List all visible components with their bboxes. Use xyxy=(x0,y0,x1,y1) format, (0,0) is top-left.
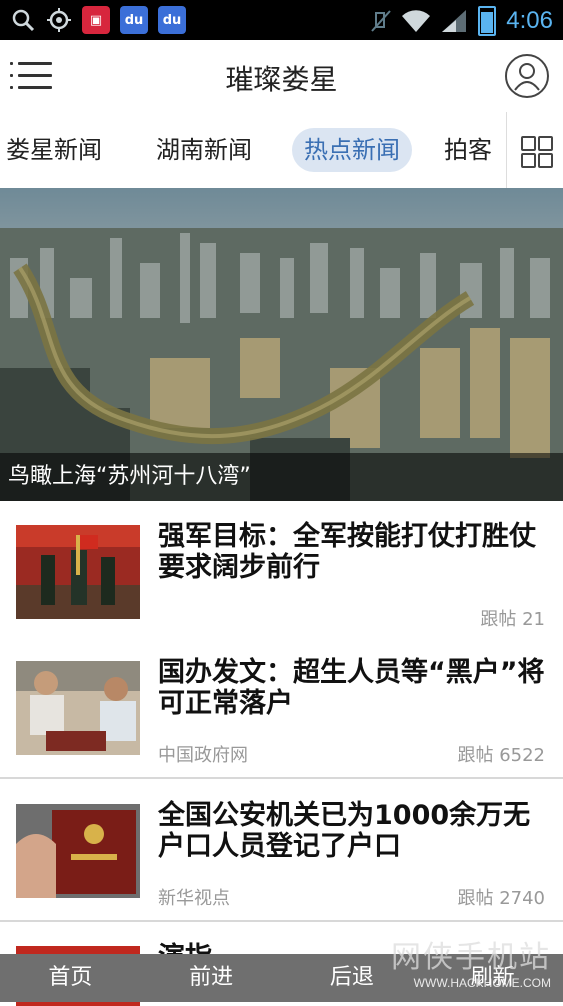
tv-app-icon: ▣ xyxy=(82,6,110,34)
user-profile-button[interactable] xyxy=(505,54,549,98)
news-item[interactable]: 强军目标：全军按能打仗打胜仗要求阔步前行 跟帖 21 xyxy=(0,501,563,643)
notification-icons: ▣ du du xyxy=(10,6,186,34)
forward-button[interactable]: 前进 xyxy=(141,954,282,1002)
hero-caption: 鸟瞰上海“苏州河十八湾” xyxy=(0,453,563,501)
grid-menu-button[interactable] xyxy=(506,112,563,188)
tab-paike[interactable]: 拍客 xyxy=(432,128,504,172)
tab-hot-news[interactable]: 热点新闻 xyxy=(292,128,412,172)
comment-count: 跟帖 21 xyxy=(480,609,545,630)
news-title: 强军目标：全军按能打仗打胜仗要求阔步前行 xyxy=(158,521,536,583)
comment-count: 跟帖 2740 xyxy=(457,888,545,909)
system-icons: 4:06 xyxy=(370,6,553,36)
battery-icon xyxy=(478,6,497,36)
watermark-url: WWW.HACKHOME.COM xyxy=(413,976,551,990)
baidu-paw-icon: du xyxy=(158,6,186,34)
watermark: 网侠手机站 WWW.HACKHOME.COM xyxy=(391,932,551,990)
app-title: 璀璨娄星 xyxy=(225,63,338,96)
location-icon xyxy=(47,8,71,32)
news-thumbnail xyxy=(16,661,140,755)
news-thumbnail xyxy=(16,525,140,619)
status-bar: ▣ du du 4:06 xyxy=(0,0,563,40)
news-item[interactable]: 全国公安机关已为1000余万无户口人员登记了户口 新华视点 跟帖 2740 xyxy=(0,780,563,922)
news-title: 全国公安机关已为1000余万无户口人员登记了户口 xyxy=(158,800,531,862)
watermark-text: 网侠手机站 xyxy=(391,941,551,974)
tab-louxing-news[interactable]: 娄星新闻 xyxy=(0,128,114,172)
news-source: 中国政府网 xyxy=(158,745,248,766)
tab-hunan-news[interactable]: 湖南新闻 xyxy=(144,128,264,172)
news-source: 新华视点 xyxy=(158,888,230,909)
home-button[interactable]: 首页 xyxy=(0,954,141,1002)
news-title: 国办发文：超生人员等“黑户”将可正常落户 xyxy=(158,657,545,719)
mute-icon xyxy=(371,10,392,32)
news-thumbnail xyxy=(16,804,140,898)
baidu-paw-icon: du xyxy=(120,6,148,34)
wifi-icon xyxy=(402,10,431,32)
hero-banner[interactable]: 鸟瞰上海“苏州河十八湾” xyxy=(0,188,563,501)
search-icon xyxy=(12,9,35,32)
clock: 4:06 xyxy=(506,7,553,34)
comment-count: 跟帖 6522 xyxy=(457,745,545,766)
app-bar: 璀璨娄星 xyxy=(0,40,563,112)
signal-icon xyxy=(442,10,467,32)
category-tabs: 娄星新闻 湖南新闻 热点新闻 拍客 xyxy=(0,112,563,189)
news-item[interactable]: 国办发文：超生人员等“黑户”将可正常落户 中国政府网 跟帖 6522 xyxy=(0,637,563,779)
user-icon xyxy=(514,63,540,91)
